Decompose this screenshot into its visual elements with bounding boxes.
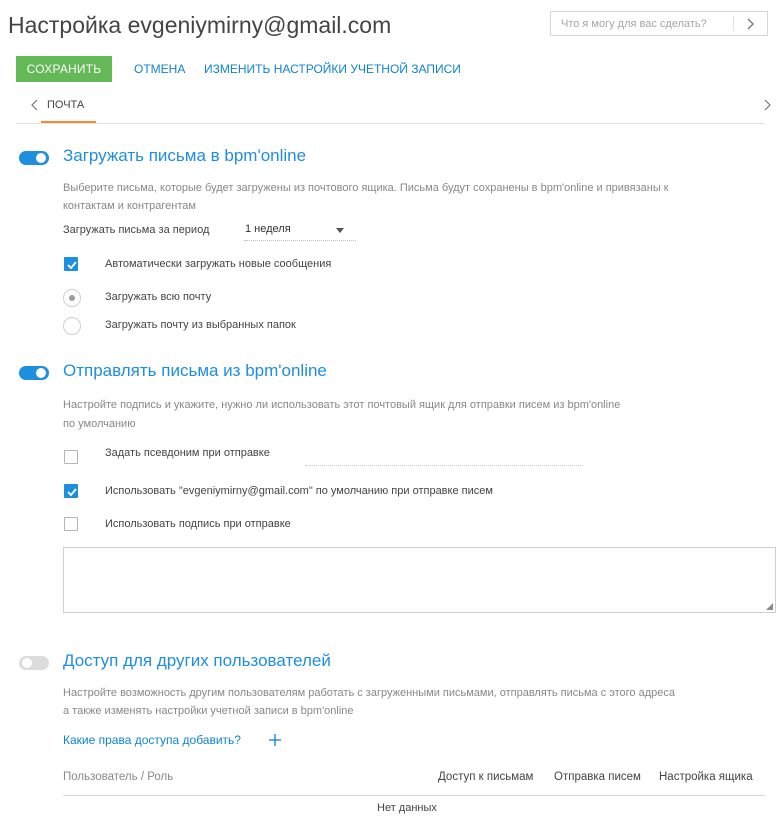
cancel-button[interactable]: ОТМЕНА	[134, 56, 185, 82]
alias-input[interactable]	[305, 465, 583, 466]
period-select[interactable]: 1 неделя	[244, 221, 356, 241]
save-button[interactable]: СОХРАНИТЬ	[16, 56, 112, 82]
default-sender-label: Использовать "evgeniymirny@gmail.com" по…	[105, 485, 493, 497]
alias-checkbox[interactable]	[64, 450, 78, 464]
load-mail-title: Загружать письма в bpm'online	[63, 146, 307, 165]
search-divider	[733, 16, 734, 31]
column-user-role[interactable]: Пользователь / Роль	[63, 771, 173, 783]
column-mailbox-settings[interactable]: Настройка ящика	[659, 771, 753, 783]
signature-label: Использовать подпись при отправке	[105, 518, 291, 530]
radio-load-all-label: Загружать всю почту	[105, 291, 212, 303]
chevron-down-icon	[336, 228, 344, 233]
radio-load-folders-label: Загружать почту из выбранных папок	[105, 319, 296, 331]
chevron-left-icon[interactable]	[30, 99, 40, 111]
tab-divider	[16, 123, 765, 124]
load-mail-desc-2: контактам и контрагентам	[63, 200, 196, 212]
plus-icon[interactable]	[268, 733, 282, 747]
period-value: 1 неделя	[245, 223, 291, 235]
resize-grip-icon[interactable]	[766, 603, 773, 610]
search-input[interactable]	[551, 12, 731, 35]
signature-textarea[interactable]	[63, 547, 776, 613]
auto-load-label: Автоматически загружать новые сообщения	[105, 258, 332, 270]
page-title: Настройка evgeniymirny@gmail.com	[8, 12, 392, 38]
radio-load-folders[interactable]	[63, 317, 81, 335]
radio-dot	[69, 295, 75, 301]
chevron-right-icon[interactable]	[762, 99, 772, 111]
toggle-knob	[36, 153, 46, 163]
signature-input[interactable]	[64, 548, 775, 612]
radio-load-all[interactable]	[63, 289, 81, 307]
command-search[interactable]	[550, 11, 768, 36]
send-mail-toggle[interactable]	[19, 366, 49, 380]
table-divider	[63, 795, 765, 796]
send-mail-title: Отправлять письма из bpm'online	[63, 361, 327, 380]
access-rights-link[interactable]: Какие права доступа добавить?	[63, 733, 241, 747]
chevron-right-icon[interactable]	[743, 17, 759, 31]
column-sending[interactable]: Отправка писем	[554, 771, 641, 783]
load-mail-toggle[interactable]	[19, 151, 49, 165]
access-title: Доступ для других пользователей	[63, 651, 331, 670]
tab-mail[interactable]: ПОЧТА	[47, 96, 84, 114]
empty-table-text: Нет данных	[377, 802, 437, 814]
alias-label: Задать псевдоним при отправке	[105, 447, 270, 459]
default-sender-checkbox[interactable]	[64, 484, 78, 498]
auto-load-checkbox[interactable]	[64, 257, 78, 271]
access-desc-2: а также изменять настройки учетной запис…	[63, 705, 354, 717]
signature-checkbox[interactable]	[64, 517, 78, 531]
change-account-settings-button[interactable]: ИЗМЕНИТЬ НАСТРОЙКИ УЧЕТНОЙ ЗАПИСИ	[204, 56, 461, 82]
column-mail-access[interactable]: Доступ к письмам	[438, 771, 533, 783]
toggle-knob	[36, 368, 46, 378]
send-mail-desc-2: по умолчанию	[63, 418, 136, 430]
access-toggle[interactable]	[19, 656, 49, 670]
check-icon	[67, 261, 77, 270]
send-mail-desc-1: Настройте подпись и укажите, нужно ли ис…	[63, 399, 621, 411]
access-desc-1: Настройте возможность другим пользовател…	[63, 687, 675, 699]
load-mail-desc-1: Выберите письма, которые будет загружены…	[63, 182, 669, 194]
toggle-knob	[22, 658, 32, 668]
period-label: Загружать письма за период	[63, 224, 210, 236]
check-icon	[67, 488, 77, 497]
